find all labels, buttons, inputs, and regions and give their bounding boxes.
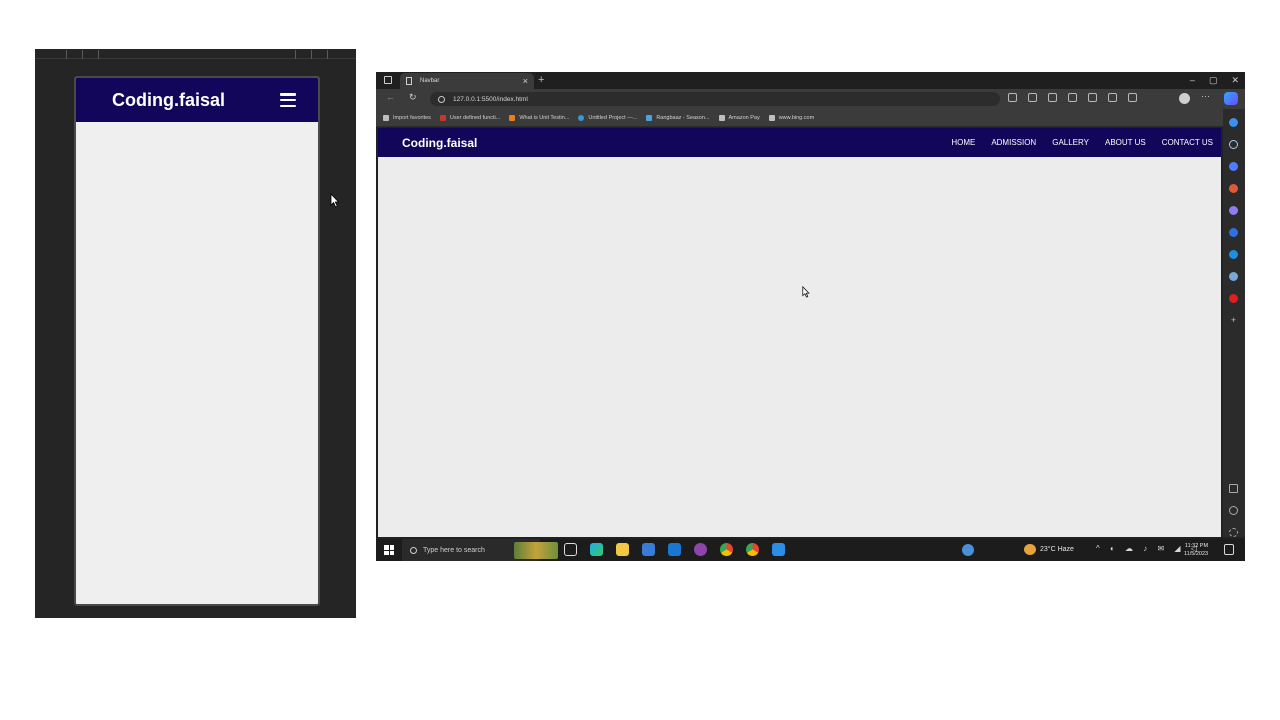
site-info-icon[interactable] [438,95,445,103]
hamburger-menu-icon[interactable] [280,93,296,107]
tab-title: Navbar [420,78,440,84]
tools-icon[interactable] [1229,184,1238,193]
screen: Coding.faisal Navbar × + – ▢ ✕ ← ↻ 127.0… [0,0,1280,720]
nav-link-about-us[interactable]: ABOUT US [1105,138,1146,147]
outlook-icon[interactable] [1229,250,1238,259]
mouse-cursor-icon [330,193,340,208]
zoom-icon[interactable] [1008,93,1017,102]
youtube-icon[interactable] [1229,294,1238,303]
desktop-screen: Navbar × + – ▢ ✕ ← ↻ 127.0.0.1:5500/inde… [376,72,1245,561]
mouse-cursor-icon [802,286,810,298]
close-tab-icon[interactable]: × [523,76,528,86]
page-icon [406,77,412,85]
favorite-item[interactable]: Untitled Project —... [578,114,637,121]
notification-icon[interactable] [1224,544,1234,555]
back-arrow-icon[interactable]: ← [386,92,395,102]
close-window-icon[interactable]: ✕ [1231,74,1239,86]
telegram-icon[interactable] [1229,272,1238,281]
mobile-viewport: Coding.faisal [74,76,320,606]
clock[interactable]: 11:32 PM 11/5/2023 [1184,542,1208,558]
mobile-navbar: Coding.faisal [76,78,318,122]
window-controls: – ▢ ✕ [1190,74,1239,86]
favorite-item[interactable]: What is Unit Testin... [509,114,569,121]
site-icon [646,114,653,121]
clock-time: 11:32 PM [1184,543,1209,549]
nav-link-home[interactable]: HOME [951,138,975,147]
browser-tab[interactable]: Navbar × [400,73,534,89]
nav-link-contact-us[interactable]: CONTACT US [1162,138,1213,147]
nav-link-gallery[interactable]: GALLERY [1052,138,1089,147]
address-bar-row: ← ↻ 127.0.0.1:5500/index.html ··· [376,89,1245,109]
url-text: 127.0.0.1:5500/index.html [453,95,528,103]
import-icon [383,114,389,121]
search-highlight-image[interactable] [514,542,558,559]
page-icon [768,114,775,121]
split-screen-icon[interactable] [1088,93,1097,102]
favorite-item[interactable]: Rangbaaz - Season... [646,114,710,121]
extension-icon[interactable] [1068,93,1077,102]
site-brand-logo[interactable]: Coding.faisal [402,136,477,150]
sidebar-toggle-icon[interactable] [1229,484,1238,493]
edge-browser-icon[interactable] [590,543,603,556]
favorite-item[interactable]: Amazon Pay [718,114,760,121]
site-icon [509,114,516,121]
store-icon[interactable] [642,543,655,556]
app-icon[interactable] [694,543,707,556]
weather-icon [1024,544,1036,555]
search-icon [410,546,417,554]
start-windows-icon[interactable] [384,545,394,555]
chrome-profile-icon[interactable] [962,544,974,556]
mobile-preview-panel: Coding.faisal [35,49,356,618]
search-icon[interactable] [1229,140,1238,149]
favorite-item[interactable]: Import favorites [383,114,431,121]
weather-widget[interactable]: 23°C Haze [1024,544,1074,555]
toolbar-icons [1008,93,1137,102]
tab-actions-icon[interactable] [384,76,392,84]
browser-tabstrip: Navbar × + – ▢ ✕ [376,72,1245,89]
site-navbar: Coding.faisal HOME ADMISSION GALLERY ABO… [378,128,1221,157]
edge-sidebar: + [1223,109,1245,537]
more-menu-icon[interactable]: ··· [1201,91,1210,101]
site-icon [439,114,446,121]
office-icon[interactable] [1229,228,1238,237]
mail-icon[interactable] [668,543,681,556]
device-ruler [35,49,356,59]
discover-icon[interactable] [1229,118,1238,127]
new-tab-icon[interactable]: + [538,74,544,86]
read-aloud-icon[interactable] [1028,93,1037,102]
search-placeholder: Type here to search [423,546,485,554]
copilot-icon[interactable] [1224,92,1238,105]
task-view-icon[interactable] [564,543,577,556]
favorites-bar: Import favorites User defined functi... … [376,109,1245,127]
vscode-icon[interactable] [772,543,785,556]
mobile-brand-logo[interactable]: Coding.faisal [112,90,225,111]
add-icon[interactable]: + [1229,316,1238,325]
page-viewport: Coding.faisal HOME ADMISSION GALLERY ABO… [378,128,1221,537]
pinned-apps [564,543,785,556]
file-explorer-icon[interactable] [616,543,629,556]
shopping-icon[interactable] [1229,162,1238,171]
weather-text: 23°C Haze [1040,546,1074,553]
favorites-icon[interactable] [1108,93,1117,102]
profile-avatar[interactable] [1179,93,1190,104]
games-icon[interactable] [1229,206,1238,215]
settings-gear-icon[interactable] [1229,528,1238,537]
favorite-item[interactable]: User defined functi... [439,114,500,121]
favorite-star-icon[interactable] [1048,93,1057,102]
reload-icon[interactable]: ↻ [409,92,417,103]
collections-icon[interactable] [1128,93,1137,102]
clock-date: 11/5/2023 [1184,551,1209,557]
url-field[interactable]: 127.0.0.1:5500/index.html [430,92,1000,106]
nav-link-admission[interactable]: ADMISSION [991,138,1036,147]
share-icon[interactable] [1229,506,1238,515]
nav-links: HOME ADMISSION GALLERY ABOUT US CONTACT … [951,138,1213,147]
minimize-icon[interactable]: – [1190,74,1195,86]
chrome-browser-icon[interactable] [720,543,733,556]
chrome-browser-icon[interactable] [746,543,759,556]
windows-taskbar: Type here to search 23°C Haze ^ ◐ ☁ ♪ ✉ … [376,539,1245,561]
page-icon [718,114,725,121]
site-icon [578,114,585,121]
maximize-icon[interactable]: ▢ [1209,74,1218,86]
favorite-item[interactable]: www.bing.com [768,114,814,121]
